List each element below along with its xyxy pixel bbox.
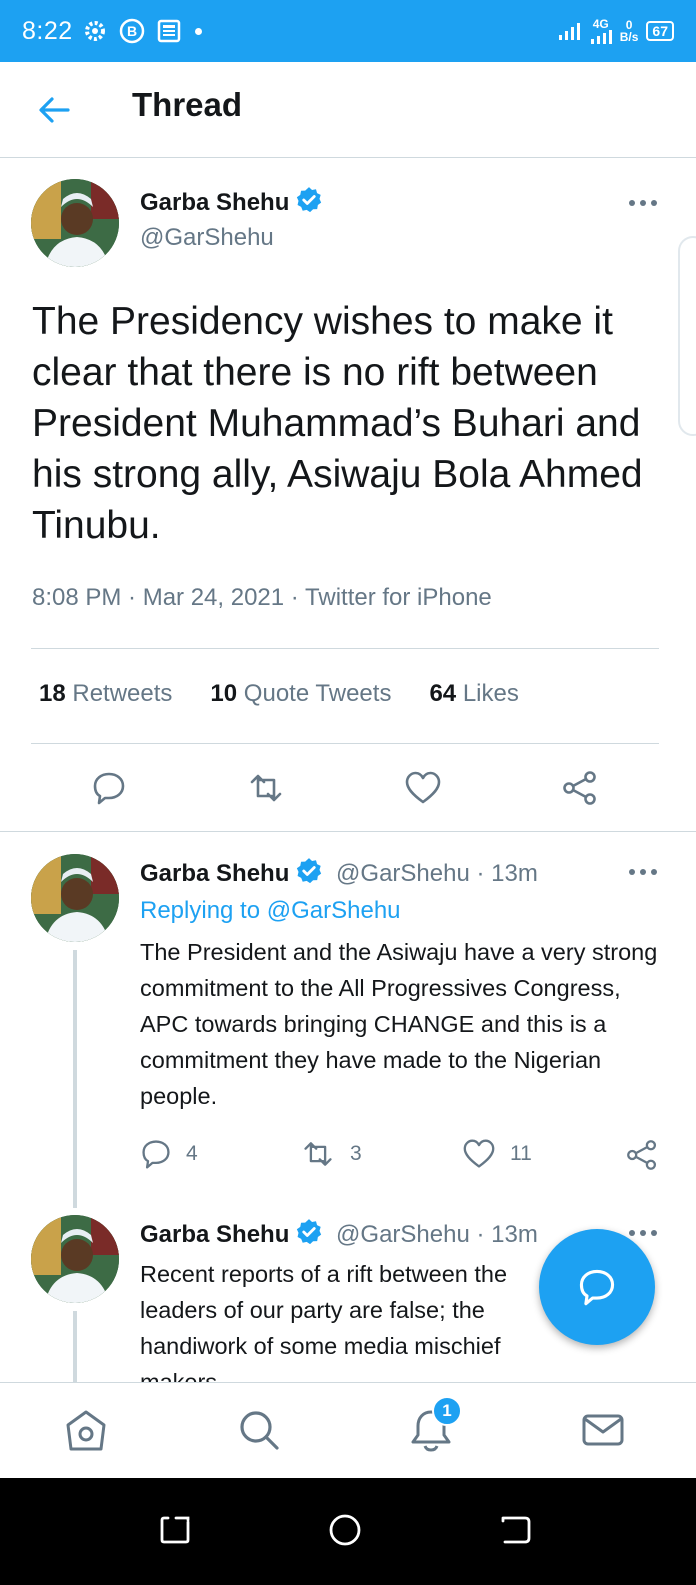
retweet-icon (304, 1142, 332, 1166)
avatar[interactable] (31, 854, 119, 942)
news-icon (157, 19, 180, 43)
reply-action[interactable]: 4 (140, 1138, 198, 1170)
retweet-action[interactable]: 3 (300, 1138, 362, 1170)
reply-icon (142, 1140, 170, 1169)
quote-label: Quote Tweets (243, 680, 392, 707)
network-type: 4G (592, 17, 609, 31)
speed-unit: B/s (619, 30, 639, 44)
main-tweet-text: The Presidency wishes to make it clear t… (32, 300, 643, 547)
share-icon[interactable] (562, 770, 598, 806)
thread-header: Thread (0, 62, 696, 158)
quote-tweets-stat[interactable]: 10 Quote Tweets (210, 680, 391, 708)
like-icon (463, 1139, 495, 1168)
retweets-count: 18 (39, 680, 66, 707)
likes-stat[interactable]: 64 Likes (429, 680, 518, 708)
avatar[interactable] (31, 1215, 119, 1303)
author-handle[interactable]: @GarShehu (140, 224, 274, 252)
status-time: 8:22 (22, 16, 73, 45)
messages-icon[interactable] (580, 1407, 626, 1453)
avatar-image (31, 1215, 119, 1303)
share-icon[interactable] (626, 1139, 658, 1171)
verified-icon (297, 1219, 322, 1245)
author-name: Garba Shehu (140, 1221, 290, 1248)
status-dot (194, 27, 202, 35)
system-nav-bar (0, 1478, 696, 1585)
likes-label: Likes (462, 680, 519, 707)
scroll-edge (678, 236, 696, 436)
more-icon[interactable] (628, 867, 658, 877)
like-count: 11 (510, 1142, 532, 1165)
status-notification-icons: B (83, 18, 202, 44)
quote-count: 10 (210, 680, 238, 707)
reply-author[interactable]: Garba Shehu @GarShehu · 13m (140, 1218, 538, 1249)
thread-line (73, 950, 77, 1208)
home-button-icon[interactable] (327, 1512, 363, 1548)
verified-icon (297, 858, 322, 884)
retweet-count: 3 (350, 1142, 362, 1165)
reply-count: 4 (186, 1142, 198, 1165)
tweet-timestamp: 8:08 PM · Mar 24, 2021 · Twitter for iPh… (32, 584, 492, 611)
settings-gear-icon (84, 21, 105, 41)
avatar-image (31, 179, 119, 267)
like-action[interactable]: 11 (462, 1138, 532, 1170)
more-icon[interactable] (628, 1228, 658, 1238)
avatar-image (31, 854, 119, 942)
like-icon[interactable] (404, 770, 442, 806)
retweets-label: Retweets (72, 680, 173, 707)
recent-apps-icon[interactable] (158, 1512, 194, 1548)
bottom-nav (0, 1382, 696, 1478)
author-handle: @GarShehu · 13m (336, 1221, 538, 1248)
status-bar: 8:22 B 4G 0 B/s 67 (0, 0, 696, 62)
signal-icon (558, 23, 580, 40)
retweets-stat[interactable]: 18 Retweets (39, 680, 172, 708)
replying-to: Replying to @GarShehu (140, 897, 401, 925)
signal-4g-icon (590, 30, 612, 44)
tweet-stats: 18 Retweets 10 Quote Tweets 64 Likes (39, 680, 519, 708)
avatar[interactable] (31, 179, 119, 267)
search-icon[interactable] (236, 1407, 282, 1453)
compose-button[interactable] (539, 1229, 655, 1345)
back-button-icon[interactable] (497, 1512, 533, 1548)
battery-indicator: 67 (646, 21, 674, 41)
author-name: Garba Shehu (140, 860, 290, 887)
reply-icon[interactable] (91, 770, 127, 806)
thread-line (73, 1311, 77, 1382)
retweet-icon[interactable] (246, 770, 286, 806)
compose-icon (579, 1269, 615, 1306)
status-right-icons: 4G 0 B/s 67 (558, 18, 674, 44)
back-arrow-icon[interactable] (36, 92, 72, 128)
likes-count: 64 (429, 680, 457, 707)
replying-to-handle[interactable]: @GarShehu (267, 897, 401, 924)
home-icon[interactable] (63, 1407, 109, 1453)
reply-text: The President and the Asiwaju have a ver… (140, 939, 658, 1109)
divider (0, 831, 696, 832)
verified-icon (297, 187, 322, 213)
divider (31, 648, 659, 649)
reply-author[interactable]: Garba Shehu @GarShehu · 13m (140, 857, 538, 888)
more-icon[interactable] (628, 198, 658, 208)
page-title: Thread (132, 86, 243, 123)
divider (31, 743, 659, 744)
svg-text:B: B (127, 23, 137, 39)
b-circle-icon: B (119, 18, 144, 44)
author-name: Garba Shehu (140, 189, 290, 216)
reply-text: Recent reports of a rift between the lea… (140, 1261, 508, 1382)
network-indicator: 4G (590, 18, 612, 44)
notifications-badge: 1 (432, 1396, 462, 1426)
author-handle: @GarShehu · 13m (336, 860, 538, 887)
replying-prefix: Replying to (140, 897, 267, 924)
speed-indicator: 0 B/s (620, 19, 639, 43)
main-tweet-author[interactable]: Garba Shehu (140, 186, 323, 217)
